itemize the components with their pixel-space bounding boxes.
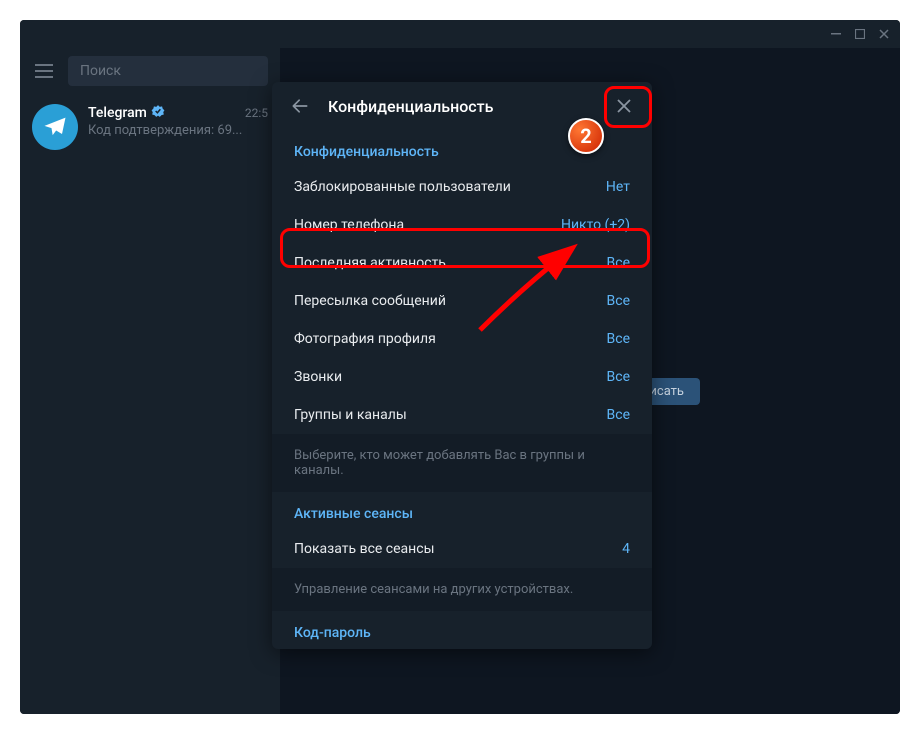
chat-title: Telegram [88, 104, 165, 121]
menu-icon[interactable] [32, 59, 56, 83]
minimize-button[interactable] [824, 24, 848, 44]
setting-calls[interactable]: Звонки Все [272, 358, 652, 396]
search-input[interactable]: Поиск [68, 56, 268, 86]
privacy-section-hint: Выберите, кто может добавлять Вас в груп… [272, 434, 652, 492]
window-titlebar [20, 20, 900, 48]
setting-forwarding[interactable]: Пересылка сообщений Все [272, 282, 652, 320]
privacy-settings-panel: Конфиденциальность Конфиденциальность За… [272, 82, 652, 649]
chat-preview: Код подтверждения: 69... [88, 123, 268, 138]
setting-profile-photo[interactable]: Фотография профиля Все [272, 320, 652, 358]
setting-phone-number[interactable]: Номер телефона Никто (+2) [272, 206, 652, 244]
passcode-section-header: Код-пароль [272, 611, 652, 649]
panel-close-button[interactable] [610, 92, 638, 120]
back-button[interactable] [290, 96, 310, 116]
setting-blocked-users[interactable]: Заблокированные пользователи Нет [272, 168, 652, 206]
setting-show-sessions[interactable]: Показать все сеансы 4 [272, 530, 652, 568]
chat-list-item[interactable]: Telegram 22:5 Код подтверждения: 69... [20, 94, 280, 160]
verified-icon [151, 104, 165, 121]
sidebar: Поиск Telegram 22:5 [20, 48, 280, 714]
annotation-step-badge: 2 [568, 118, 604, 154]
maximize-button[interactable] [848, 24, 872, 44]
chat-time: 22:5 [245, 106, 268, 120]
setting-groups-channels[interactable]: Группы и каналы Все [272, 396, 652, 434]
window-close-button[interactable] [872, 24, 896, 44]
setting-last-seen[interactable]: Последняя активность Все [272, 244, 652, 282]
chat-avatar [32, 104, 78, 150]
sessions-section-hint: Управление сеансами на других устройства… [272, 568, 652, 611]
panel-title: Конфиденциальность [328, 97, 493, 116]
sessions-section-header: Активные сеансы [272, 492, 652, 530]
